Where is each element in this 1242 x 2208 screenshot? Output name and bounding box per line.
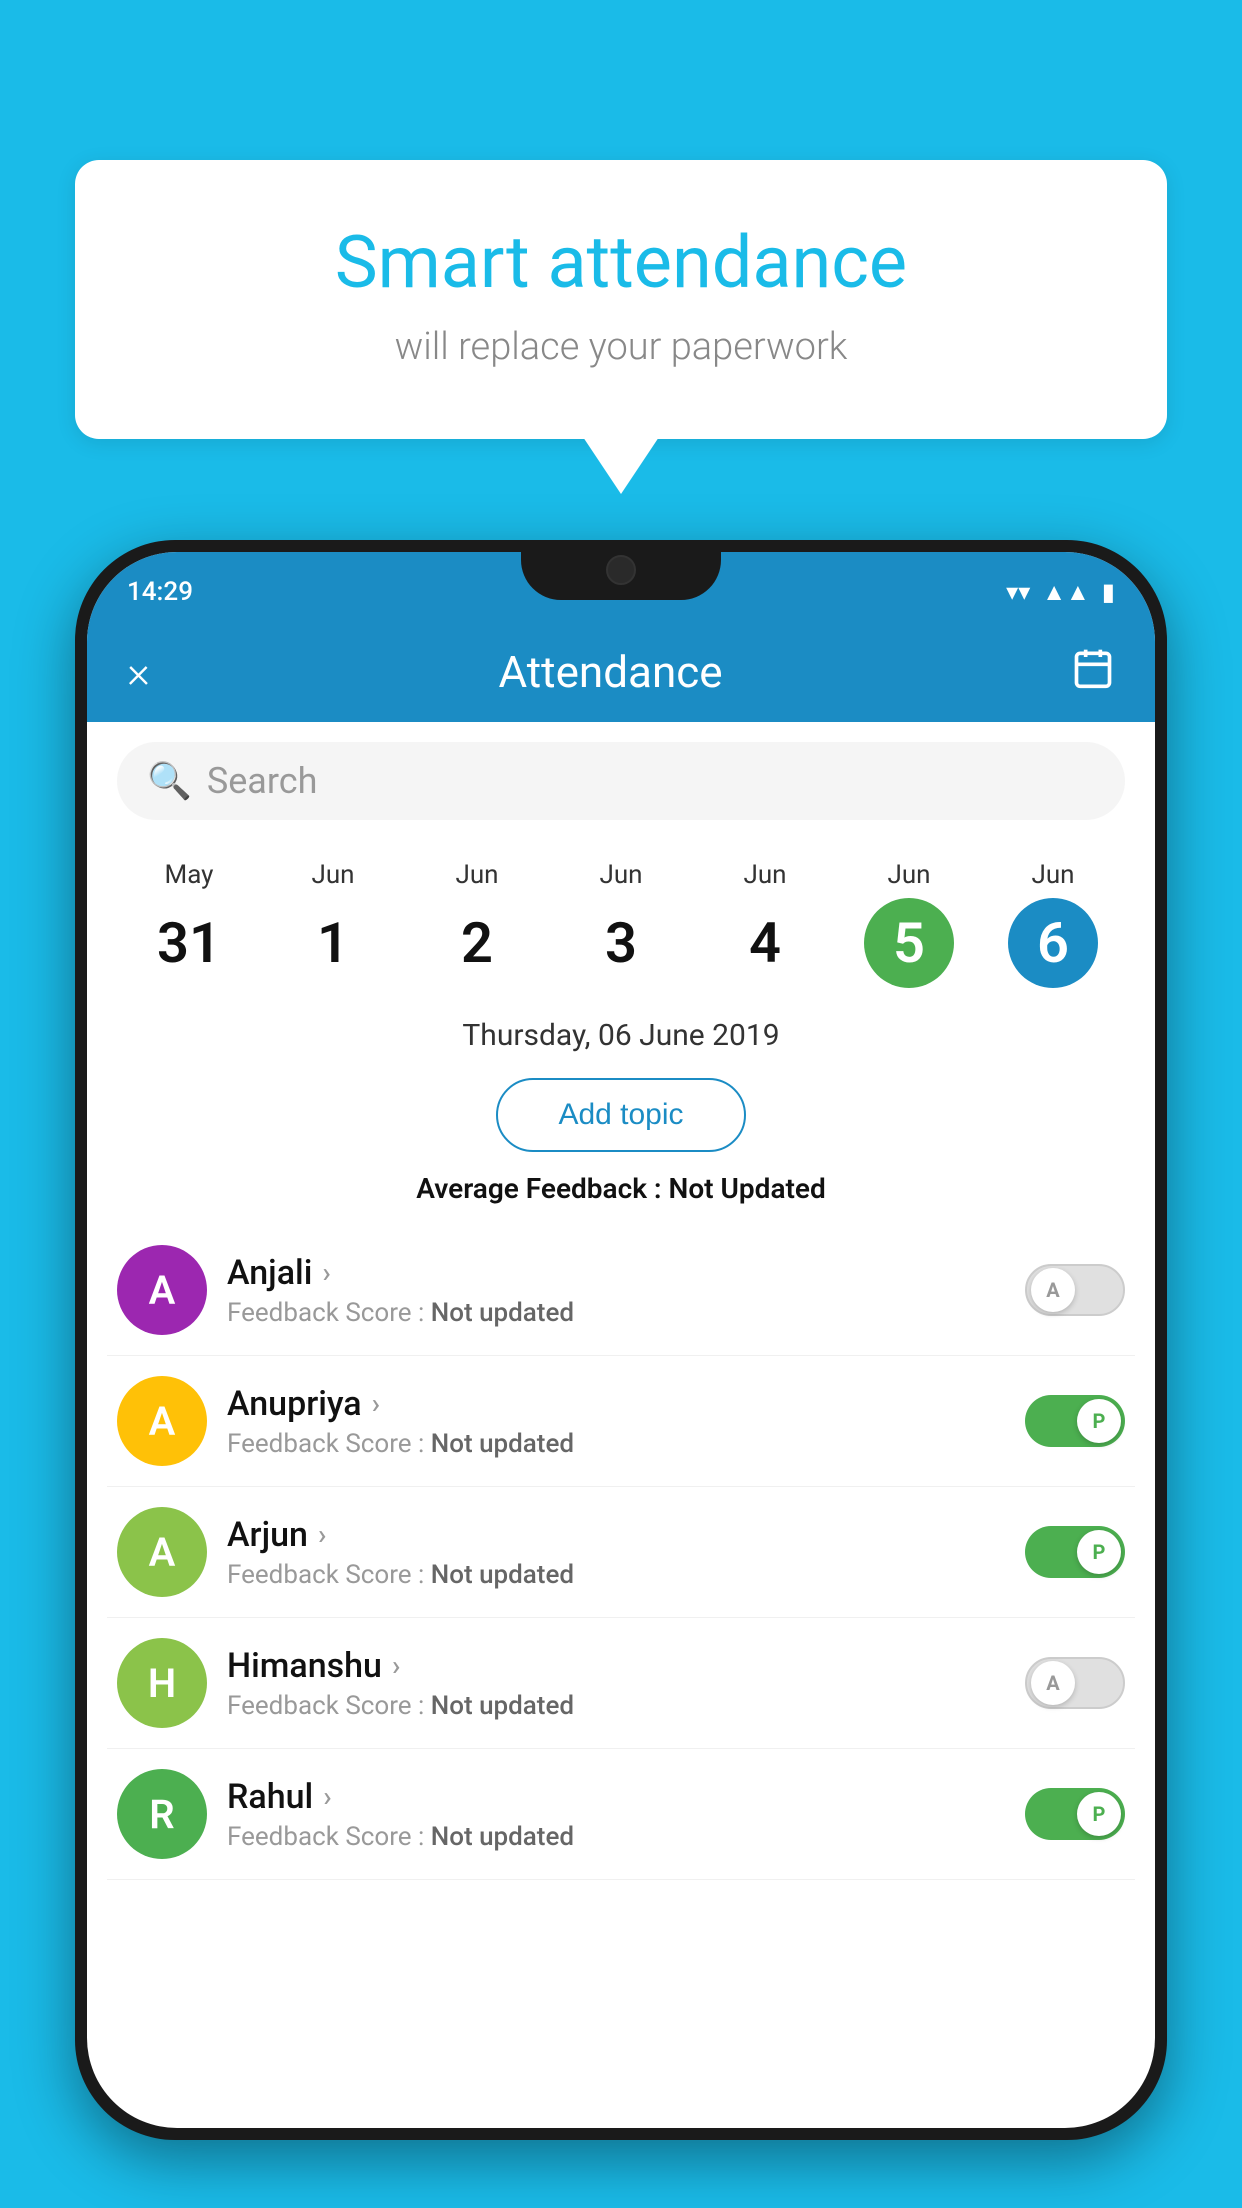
student-item: A Arjun › Feedback Score : Not updated P [107,1487,1135,1618]
selected-date: Thursday, 06 June 2019 [87,1008,1155,1068]
student-info[interactable]: Himanshu › Feedback Score : Not updated [227,1646,1005,1721]
close-button[interactable]: × [127,646,150,698]
date-item-6[interactable]: Jun 6 [981,860,1125,988]
phone-notch [521,540,721,600]
date-month: May [165,860,214,890]
average-feedback: Average Feedback : Not Updated [87,1172,1155,1205]
date-day: 4 [720,898,810,988]
toggle-knob: P [1077,1399,1121,1443]
attendance-toggle[interactable]: P [1025,1526,1125,1578]
date-item-31[interactable]: May 31 [117,860,261,988]
speech-bubble-container: Smart attendance will replace your paper… [75,160,1167,439]
toggle-container[interactable]: P [1025,1395,1125,1447]
signal-icon: ▲▲ [1042,578,1090,607]
student-avatar: R [117,1769,207,1859]
student-info[interactable]: Rahul › Feedback Score : Not updated [227,1777,1005,1852]
status-time: 14:29 [127,577,193,607]
date-day: 2 [432,898,522,988]
date-month: Jun [743,860,786,890]
student-feedback: Feedback Score : Not updated [227,1691,1005,1721]
toggle-knob: P [1077,1530,1121,1574]
student-item: A Anupriya › Feedback Score : Not updated P [107,1356,1135,1487]
chevron-icon: › [322,1256,330,1289]
phone-screen: 14:29 ▾▾ ▲▲ ▮ × Attendance [87,552,1155,2128]
toggle-knob: A [1031,1268,1075,1312]
speech-bubble-title: Smart attendance [115,220,1127,305]
date-item-1[interactable]: Jun 1 [261,860,405,988]
student-feedback: Feedback Score : Not updated [227,1298,1005,1328]
date-month: Jun [311,860,354,890]
chevron-icon: › [392,1649,400,1682]
toggle-knob: P [1077,1792,1121,1836]
date-month: Jun [887,860,930,890]
student-avatar: A [117,1245,207,1335]
date-item-4[interactable]: Jun 4 [693,860,837,988]
date-item-2[interactable]: Jun 2 [405,860,549,988]
student-feedback: Feedback Score : Not updated [227,1429,1005,1459]
attendance-toggle[interactable]: A [1025,1264,1125,1316]
average-feedback-label: Average Feedback : [416,1172,661,1205]
attendance-toggle[interactable]: A [1025,1657,1125,1709]
wifi-icon: ▾▾ [1006,578,1030,606]
date-item-3[interactable]: Jun 3 [549,860,693,988]
attendance-toggle[interactable]: P [1025,1395,1125,1447]
toggle-container[interactable]: P [1025,1788,1125,1840]
student-list: AAnjali ›Feedback Score : Not updatedAAA… [87,1225,1155,1880]
attendance-toggle[interactable]: P [1025,1788,1125,1840]
date-month: Jun [455,860,498,890]
student-item: A Anjali › Feedback Score : Not updated A [107,1225,1135,1356]
search-placeholder: Search [207,760,318,802]
student-avatar: H [117,1638,207,1728]
date-day: 3 [576,898,666,988]
student-item: H Himanshu › Feedback Score : Not updated A [107,1618,1135,1749]
student-name[interactable]: Arjun › [227,1515,1005,1555]
student-name[interactable]: Rahul › [227,1777,1005,1817]
speech-bubble-subtitle: will replace your paperwork [115,325,1127,369]
toggle-knob: A [1031,1661,1075,1705]
chevron-icon: › [323,1780,331,1813]
phone-camera [606,555,636,585]
student-feedback: Feedback Score : Not updated [227,1560,1005,1590]
average-feedback-value: Not Updated [669,1172,826,1205]
date-day: 6 [1008,898,1098,988]
chevron-icon: › [318,1518,326,1551]
student-info[interactable]: Anupriya › Feedback Score : Not updated [227,1384,1005,1459]
chevron-icon: › [372,1387,380,1420]
student-info[interactable]: Arjun › Feedback Score : Not updated [227,1515,1005,1590]
student-avatar: A [117,1376,207,1466]
phone-frame: 14:29 ▾▾ ▲▲ ▮ × Attendance [75,540,1167,2140]
battery-icon: ▮ [1102,578,1115,606]
date-day: 5 [864,898,954,988]
date-scroller[interactable]: May 31 Jun 1 Jun 2 Jun 3 Jun 4 Jun 5 Jun 6 [87,840,1155,1008]
app-header: × Attendance [87,622,1155,722]
student-name[interactable]: Himanshu › [227,1646,1005,1686]
date-month: Jun [1031,860,1074,890]
header-title: Attendance [498,646,722,698]
date-item-5[interactable]: Jun 5 [837,860,981,988]
student-name[interactable]: Anjali › [227,1253,1005,1293]
date-day: 31 [144,898,234,988]
date-day: 1 [288,898,378,988]
add-topic-button[interactable]: Add topic [496,1078,745,1152]
toggle-container[interactable]: P [1025,1526,1125,1578]
toggle-container[interactable]: A [1025,1657,1125,1709]
student-info[interactable]: Anjali › Feedback Score : Not updated [227,1253,1005,1328]
phone-wrapper: 14:29 ▾▾ ▲▲ ▮ × Attendance [75,540,1167,2208]
search-bar[interactable]: 🔍 Search [117,742,1125,820]
student-name[interactable]: Anupriya › [227,1384,1005,1424]
student-avatar: A [117,1507,207,1597]
speech-bubble: Smart attendance will replace your paper… [75,160,1167,439]
status-icons: ▾▾ ▲▲ ▮ [1006,578,1115,607]
student-item: R Rahul › Feedback Score : Not updated P [107,1749,1135,1880]
toggle-container[interactable]: A [1025,1264,1125,1316]
student-feedback: Feedback Score : Not updated [227,1822,1005,1852]
search-icon: 🔍 [147,760,192,802]
calendar-icon[interactable] [1071,646,1115,699]
date-month: Jun [599,860,642,890]
